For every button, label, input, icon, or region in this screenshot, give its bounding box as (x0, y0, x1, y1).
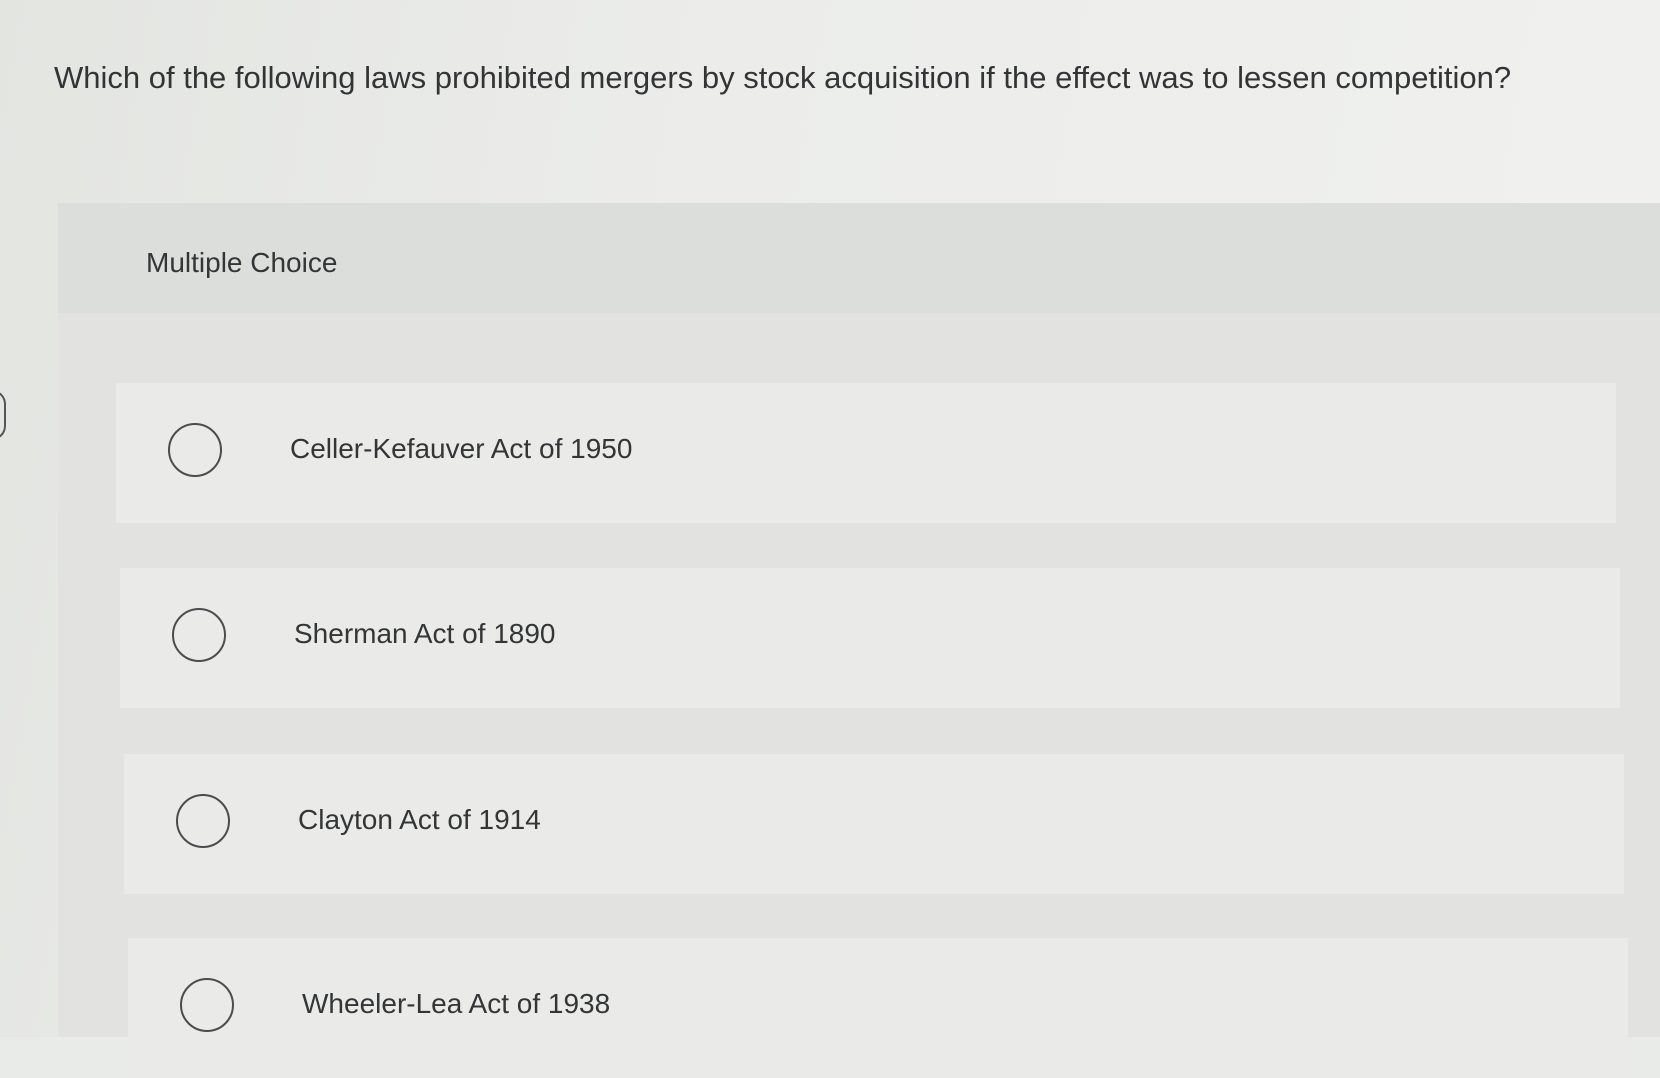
answer-option-label: Wheeler-Lea Act of 1938 (302, 988, 611, 1019)
multiple-choice-label: Multiple Choice (146, 247, 338, 278)
answer-option-1[interactable]: Celler-Kefauver Act of 1950 (116, 383, 1616, 523)
answer-option-label: Sherman Act of 1890 (294, 618, 556, 649)
answer-option-2[interactable]: Sherman Act of 1890 (120, 568, 1620, 708)
answer-option-label: Clayton Act of 1914 (298, 804, 541, 835)
radio-button-icon[interactable] (176, 794, 230, 848)
answer-option-label: Celler-Kefauver Act of 1950 (290, 433, 633, 464)
radio-button-icon[interactable] (168, 423, 222, 477)
multiple-choice-header: Multiple Choice (58, 203, 1660, 313)
answer-option-4[interactable]: Wheeler-Lea Act of 1938 (128, 938, 1628, 1078)
answer-option-3[interactable]: Clayton Act of 1914 (124, 754, 1624, 894)
radio-button-icon[interactable] (180, 978, 234, 1032)
radio-button-icon[interactable] (172, 608, 226, 662)
question-text: Which of the following laws prohibited m… (54, 60, 1512, 95)
